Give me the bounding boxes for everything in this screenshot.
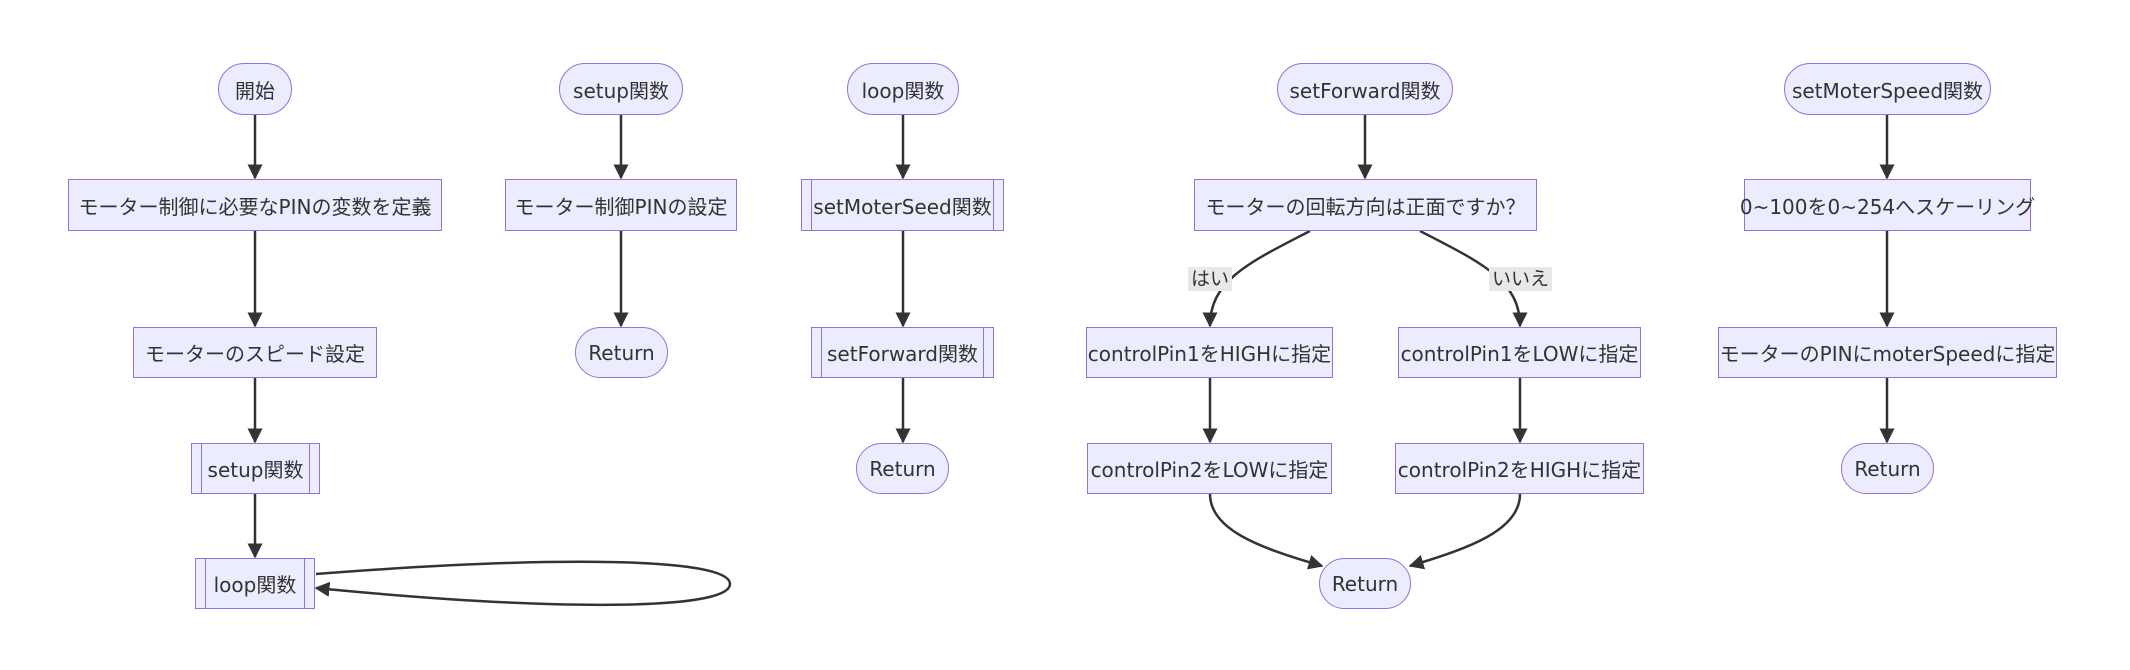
setup-return-node: Return (575, 327, 668, 378)
speed-call-node: setMoterSeed関数 (801, 179, 1004, 231)
setspeed-title-node: setMoterSpeed関数 (1784, 63, 1991, 115)
no-step1-node: controlPin1をLOWに指定 (1398, 327, 1641, 378)
setforward-return-node: Return (1319, 558, 1411, 609)
no-step2-node: controlPin2をHIGHに指定 (1395, 443, 1644, 494)
scaling-node: 0~100を0~254へスケーリング (1740, 179, 2035, 231)
setup-title-node: setup関数 (559, 63, 683, 115)
loop-call-node: loop関数 (195, 558, 315, 609)
direction-decision-node: モーターの回転方向は正面ですか？ (1194, 179, 1537, 231)
speed-setting-node: モーターのスピード設定 (133, 327, 377, 378)
yes-edge-label: はい (1188, 267, 1233, 291)
forward-call-node: setForward関数 (811, 327, 994, 378)
setup-call-node: setup関数 (191, 443, 320, 494)
assign-speed-node: モーターのPINにmoterSpeedに指定 (1718, 327, 2057, 378)
start-node: 開始 (218, 63, 292, 115)
edge-loop-self (314, 560, 732, 607)
setforward-title-node: setForward関数 (1277, 63, 1453, 115)
pin-setting-node: モーター制御PINの設定 (505, 179, 737, 231)
flowchart-canvas: 開始 モーター制御に必要なPINの変数を定義 モーターのスピード設定 setup… (0, 0, 2130, 670)
yes-step1-node: controlPin1をHIGHに指定 (1086, 327, 1333, 378)
no-edge-label: いいえ (1489, 267, 1553, 291)
setspeed-return-node: Return (1841, 443, 1934, 494)
loop-return-node: Return (856, 443, 949, 494)
define-pins-node: モーター制御に必要なPINの変数を定義 (68, 179, 442, 231)
yes-step2-node: controlPin2をLOWに指定 (1087, 443, 1332, 494)
edge-no2-to-return (1408, 493, 1522, 570)
edge-yes2-to-return (1208, 493, 1324, 570)
loop-title-node: loop関数 (847, 63, 959, 115)
